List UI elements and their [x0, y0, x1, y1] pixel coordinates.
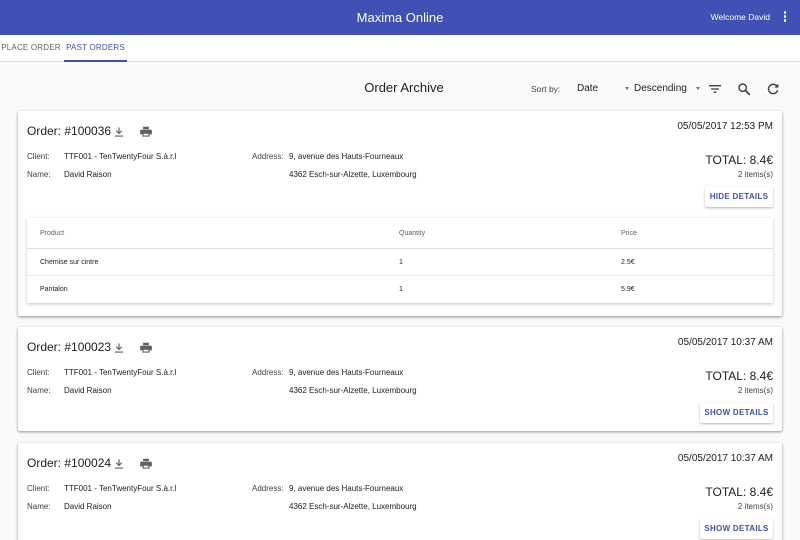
app-bar: Maxima Online Welcome David: [0, 0, 800, 35]
sort-field-value: Date: [577, 83, 599, 94]
item-count: 2 items(s): [737, 170, 773, 179]
address-line-1: 9, avenue des Hauts-Fourneaux: [289, 152, 404, 161]
order-card: Order: #100024 05/05/2017 10:37 AM Clien…: [18, 443, 782, 540]
more-vert-icon[interactable]: [782, 11, 788, 25]
order-title: Order: #100036: [27, 124, 112, 138]
item-count: 2 items(s): [737, 502, 773, 511]
column-header-price[interactable]: Price: [621, 218, 637, 248]
product-cell: Pantalon: [40, 286, 68, 293]
order-total: TOTAL: 8.4€: [705, 485, 773, 499]
print-icon[interactable]: [139, 125, 153, 139]
table-row: Chemise sur cintre 1 2.5€: [27, 249, 773, 276]
name-label: Name:: [27, 170, 51, 179]
address-line-1: 9, avenue des Hauts-Fourneaux: [289, 368, 404, 377]
dropdown-arrow-icon: [696, 87, 700, 90]
download-icon[interactable]: [112, 341, 126, 355]
order-card: Order: #100023 05/05/2017 10:37 AM Clien…: [18, 327, 782, 431]
order-card: Order: #100036 05/05/2017 12:53 PM Clien…: [18, 111, 782, 316]
client-value: TTF001 - TenTwentyFour S.à.r.l: [64, 484, 177, 493]
client-value: TTF001 - TenTwentyFour S.à.r.l: [64, 368, 177, 377]
order-details-table: Product Quantity Price Chemise sur cintr…: [27, 218, 773, 303]
order-date: 05/05/2017 10:37 AM: [677, 453, 773, 464]
print-icon[interactable]: [139, 457, 153, 471]
download-icon[interactable]: [112, 457, 126, 471]
product-cell: Chemise sur cintre: [40, 258, 99, 266]
sort-field-select[interactable]: Date: [577, 80, 629, 98]
show-details-button[interactable]: Show Details: [700, 403, 773, 423]
name-value: David Raison: [64, 170, 112, 179]
app-title: Maxima Online: [356, 10, 444, 25]
client-label: Client:: [27, 152, 50, 161]
order-date: 05/05/2017 12:53 PM: [677, 121, 773, 132]
name-label: Name:: [27, 386, 51, 395]
hide-details-button[interactable]: Hide Details: [705, 187, 773, 207]
order-title: Order: #100024: [27, 456, 112, 470]
address-line-2: 4362 Esch-sur-Alzette, Luxembourg: [289, 170, 417, 179]
price-cell: 5.9€: [621, 286, 635, 293]
column-header-quantity[interactable]: Quantity: [399, 218, 425, 248]
tab-past-orders[interactable]: Past Orders: [64, 35, 127, 62]
address-line-2: 4362 Esch-sur-Alzette, Luxembourg: [289, 502, 417, 511]
show-details-button[interactable]: Show Details: [700, 519, 773, 539]
name-label: Name:: [27, 502, 51, 511]
table-row: Pantalon 1 5.9€: [27, 276, 773, 303]
quantity-cell: 1: [399, 286, 403, 293]
client-label: Client:: [27, 484, 50, 493]
client-value: TTF001 - TenTwentyFour S.à.r.l: [64, 152, 177, 161]
quantity-cell: 1: [399, 258, 403, 266]
download-icon[interactable]: [112, 125, 126, 139]
order-date: 05/05/2017 10:37 AM: [677, 337, 773, 348]
address-label: Address:: [252, 368, 284, 377]
welcome-text: Welcome David: [710, 12, 770, 22]
order-title: Order: #100023: [27, 340, 112, 354]
filter-icon[interactable]: [707, 81, 723, 97]
order-total: TOTAL: 8.4€: [705, 153, 773, 167]
search-icon[interactable]: [736, 81, 752, 97]
sort-direction-select[interactable]: Descending: [634, 80, 700, 98]
item-count: 2 items(s): [737, 386, 773, 395]
price-cell: 2.5€: [621, 258, 635, 266]
page-title: Order Archive: [364, 80, 444, 95]
tab-bar: Place Order Past Orders: [0, 35, 800, 62]
name-value: David Raison: [64, 502, 112, 511]
sort-direction-value: Descending: [634, 83, 687, 94]
table-header-row: Product Quantity Price: [27, 218, 773, 249]
tab-place-order[interactable]: Place Order: [0, 35, 62, 61]
order-total: TOTAL: 8.4€: [705, 369, 773, 383]
client-label: Client:: [27, 368, 50, 377]
column-header-product[interactable]: Product: [40, 218, 64, 248]
address-line-1: 9, avenue des Hauts-Fourneaux: [289, 484, 404, 493]
print-icon[interactable]: [139, 341, 153, 355]
sort-by-label: Sort by:: [531, 84, 561, 94]
refresh-icon[interactable]: [765, 81, 781, 97]
dropdown-arrow-icon: [625, 87, 629, 90]
address-line-2: 4362 Esch-sur-Alzette, Luxembourg: [289, 386, 417, 395]
address-label: Address:: [252, 484, 284, 493]
name-value: David Raison: [64, 386, 112, 395]
address-label: Address:: [252, 152, 284, 161]
